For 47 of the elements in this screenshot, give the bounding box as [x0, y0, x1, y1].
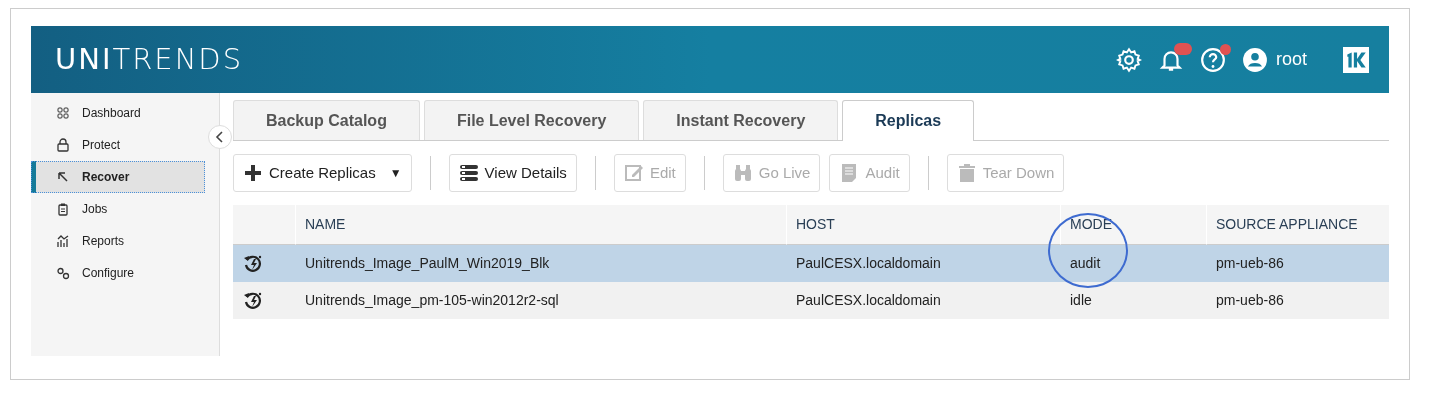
user-icon[interactable] — [1241, 46, 1268, 73]
binoculars-icon — [732, 163, 753, 183]
plus-icon — [243, 163, 263, 183]
chevron-icon — [215, 131, 225, 143]
sidebar-item[interactable]: Jobs — [31, 193, 205, 225]
app-logo-icon[interactable] — [1343, 46, 1369, 73]
column-header[interactable]: NAME — [295, 205, 786, 245]
table-cell: audit — [1060, 245, 1206, 282]
sidebar-item[interactable]: Configure — [31, 257, 205, 289]
tab[interactable]: Backup Catalog — [233, 100, 420, 140]
column-header — [233, 205, 295, 245]
arrow-icon — [56, 170, 70, 184]
column-header[interactable]: MODE — [1060, 205, 1206, 245]
table-cell: PaulCESX.localdomain — [786, 245, 1060, 282]
sidebar-item[interactable]: Reports — [31, 225, 205, 257]
grid-icon — [56, 106, 70, 120]
toolbar-button[interactable]: View Details — [448, 154, 577, 192]
settings-icon[interactable] — [1115, 46, 1142, 73]
tab[interactable]: Replicas — [842, 100, 975, 141]
list-icon — [458, 163, 479, 183]
table-cell: Unitrends_Image_PaulM_Win2019_Blk — [295, 245, 786, 282]
sidebar-item[interactable]: Dashboard — [31, 97, 205, 129]
collapse-button[interactable] — [208, 125, 232, 149]
restore-icon — [243, 290, 263, 311]
user-name[interactable]: root — [1275, 46, 1307, 73]
column-header[interactable]: SOURCE APPLIANCE — [1206, 205, 1389, 245]
table-cell: pm-ueb-86 — [1206, 282, 1389, 319]
logo: UNITRENDS — [55, 40, 244, 78]
caret-icon: ▼ — [389, 164, 402, 182]
table-cell: pm-ueb-86 — [1206, 245, 1389, 282]
gears-icon — [56, 266, 70, 280]
tab[interactable]: File Level Recovery — [423, 100, 640, 140]
sidebar-item[interactable]: Protect — [31, 129, 205, 161]
chart-icon — [56, 234, 70, 248]
trash-icon — [956, 163, 977, 183]
restore-icon — [243, 253, 263, 274]
edit-icon — [623, 163, 644, 183]
column-header[interactable]: HOST — [786, 205, 1060, 245]
table-cell: Unitrends_Image_pm-105-win2012r2-sql — [295, 282, 786, 319]
help-icon[interactable] — [1199, 46, 1226, 73]
clipboard-icon — [56, 202, 70, 216]
lock-icon — [56, 138, 70, 152]
dropdown-button[interactable]: Create Replicas ▼ — [233, 154, 412, 192]
table-cell: idle — [1060, 282, 1206, 319]
sidebar-item[interactable]: Recover — [31, 161, 205, 193]
table-cell: PaulCESX.localdomain — [786, 282, 1060, 319]
tab[interactable]: Instant Recovery — [643, 100, 839, 140]
